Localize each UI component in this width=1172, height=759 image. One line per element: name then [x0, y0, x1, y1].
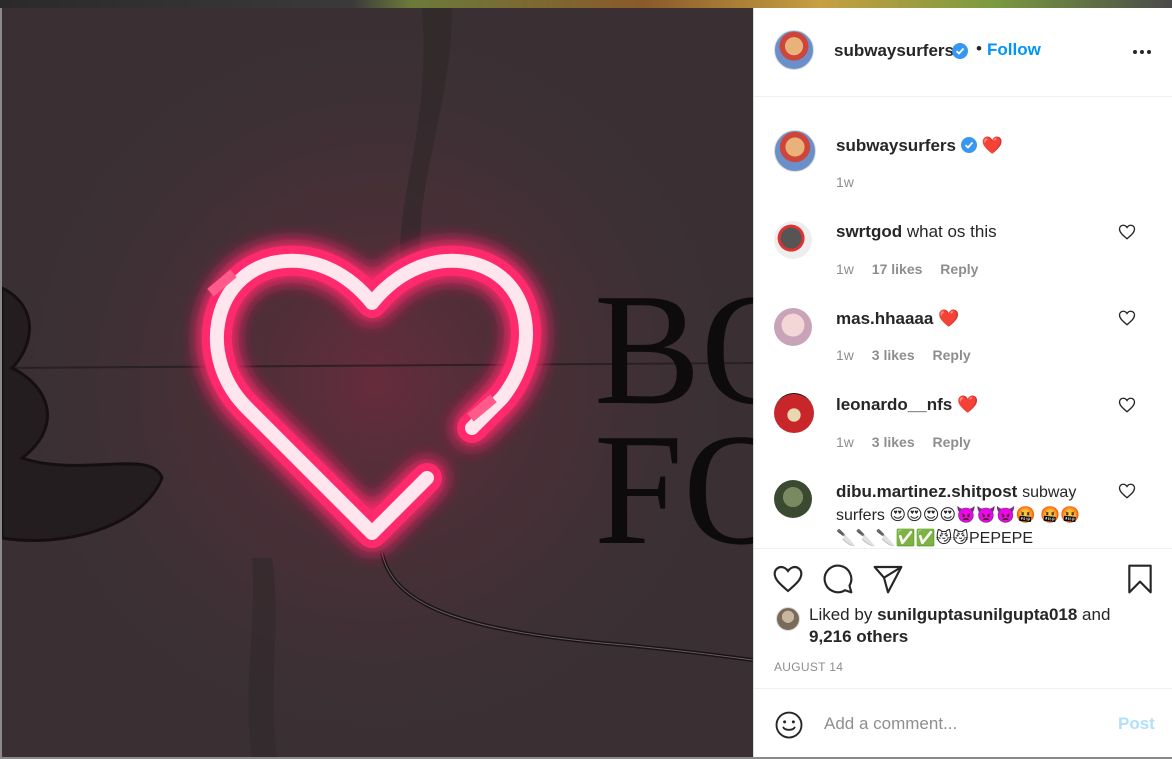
liked-by-and: and: [1082, 605, 1111, 624]
like-comment-heart-icon[interactable]: [1118, 482, 1136, 500]
like-comment-heart-icon[interactable]: [1118, 396, 1136, 414]
post-actions: Liked by sunilguptasunilgupta018 and 9,2…: [754, 548, 1172, 689]
reply-button[interactable]: Reply: [940, 261, 978, 277]
commenter-avatar[interactable]: [774, 393, 814, 433]
comment-likes[interactable]: 3 likes: [872, 347, 915, 363]
post-image[interactable]: BO FO: [2, 8, 753, 757]
liker-avatar[interactable]: [776, 607, 800, 631]
commenter-avatar[interactable]: [774, 308, 812, 346]
comments-list[interactable]: subwaysurfers ❤️ 1w swrtgod what os this…: [754, 97, 1172, 547]
svg-text:FO: FO: [594, 400, 753, 578]
more-options-icon[interactable]: [1129, 42, 1155, 62]
comment-time[interactable]: 1w: [836, 347, 854, 363]
comment-username[interactable]: leonardo__nfs: [836, 395, 952, 414]
verified-badge-icon: [952, 43, 968, 59]
background-strip: [0, 0, 1172, 8]
comment-time[interactable]: 1w: [836, 434, 854, 450]
reply-button[interactable]: Reply: [933, 347, 971, 363]
comment-text: ❤️: [938, 309, 960, 328]
reply-button[interactable]: Reply: [933, 434, 971, 450]
post-details-panel: subwaysurfers • Follow subwaysurfers ❤️ …: [753, 8, 1172, 757]
like-comment-heart-icon[interactable]: [1118, 223, 1136, 241]
bookmark-icon[interactable]: [1124, 563, 1156, 595]
commenter-avatar[interactable]: [774, 480, 812, 518]
verified-badge-icon: [960, 137, 977, 153]
liked-by-user[interactable]: sunilguptasunilgupta018: [877, 605, 1077, 624]
post-date[interactable]: AUGUST 14: [774, 660, 843, 674]
caption-avatar[interactable]: [774, 130, 816, 172]
separator-dot: •: [976, 39, 982, 58]
neon-heart-image: BO FO: [2, 8, 753, 757]
follow-button[interactable]: Follow: [987, 40, 1041, 60]
comment-likes[interactable]: 17 likes: [872, 261, 923, 277]
comment-input[interactable]: [822, 709, 1096, 739]
comment-text: what os this: [906, 222, 997, 241]
commenter-avatar[interactable]: [774, 221, 812, 259]
author-username[interactable]: subwaysurfers: [834, 41, 954, 61]
comment-username[interactable]: swrtgod: [836, 222, 902, 241]
like-comment-heart-icon[interactable]: [1118, 309, 1136, 327]
comment-username[interactable]: dibu.martinez.shitpost: [836, 482, 1017, 501]
liked-by-summary: Liked by sunilguptasunilgupta018 and 9,2…: [809, 604, 1149, 648]
caption-username[interactable]: subwaysurfers: [836, 136, 956, 155]
comment-likes[interactable]: 3 likes: [872, 434, 915, 450]
author-avatar[interactable]: [774, 30, 814, 70]
heart-icon[interactable]: [772, 563, 804, 595]
caption-text: ❤️: [981, 136, 1003, 155]
post-comment-button[interactable]: Post: [1118, 714, 1155, 734]
comment-username[interactable]: mas.hhaaaa: [836, 309, 933, 328]
comment-icon[interactable]: [822, 563, 854, 595]
comment-time[interactable]: 1w: [836, 261, 854, 277]
liked-by-prefix: Liked by: [809, 605, 873, 624]
post-header: subwaysurfers • Follow: [754, 8, 1172, 97]
add-comment-bar: Post: [754, 688, 1172, 758]
comment-text: ❤️: [956, 395, 979, 414]
paper-plane-icon[interactable]: [872, 563, 904, 595]
caption-time[interactable]: 1w: [836, 174, 854, 190]
likes-count[interactable]: 9,216 others: [809, 627, 908, 646]
smiley-icon[interactable]: [774, 710, 804, 740]
